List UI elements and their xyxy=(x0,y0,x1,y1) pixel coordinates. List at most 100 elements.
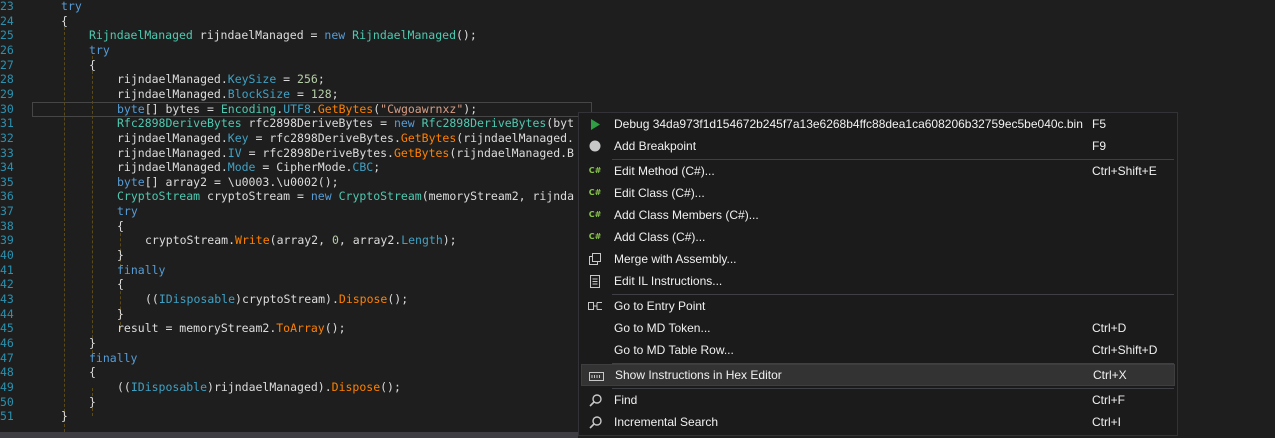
code-line[interactable]: 28 rijndaelManaged.KeySize = 256; xyxy=(0,71,1275,87)
code-token: RijndaelManaged xyxy=(352,28,456,43)
menu-item-go-to-md-token[interactable]: Go to MD Token... Ctrl+D xyxy=(581,317,1175,339)
menu-item-add-class-members-csharp[interactable]: C# Add Class Members (C#)... xyxy=(581,204,1175,226)
code-text: { xyxy=(117,276,124,292)
menu-item-edit-class-csharp[interactable]: C# Edit Class (C#)... xyxy=(581,182,1175,204)
code-token: IDisposable xyxy=(130,379,208,394)
line-number: 33 xyxy=(0,145,14,160)
code-text: rijndaelManaged.IV = rfc2898DeriveBytes.… xyxy=(117,145,574,161)
code-token: = xyxy=(290,86,311,101)
code-token: KeySize xyxy=(227,72,277,87)
code-text: } xyxy=(117,247,124,263)
code-text: CryptoStream cryptoStream = new CryptoSt… xyxy=(117,188,574,204)
menu-item-edit-il-instructions[interactable]: Edit IL Instructions... xyxy=(581,270,1175,292)
code-token: (); xyxy=(387,292,409,306)
code-token: } xyxy=(61,409,68,424)
line-number: 29 xyxy=(0,86,14,101)
code-line[interactable]: 29 rijndaelManaged.BlockSize = 128; xyxy=(0,86,1275,102)
code-text: try xyxy=(117,203,138,219)
csharp-icon: C# xyxy=(588,210,602,219)
code-token: (rijndaelManaged.B xyxy=(449,145,574,160)
menu-item-incremental-search[interactable]: Incremental Search Ctrl+I xyxy=(581,411,1175,433)
menu-item-label: Merge with Assembly... xyxy=(614,252,737,266)
code-token: try xyxy=(89,42,110,57)
line-number: 30 xyxy=(0,101,14,116)
csharp-icon: C# xyxy=(588,166,602,175)
code-token: { xyxy=(117,277,124,292)
code-token: . xyxy=(310,101,318,116)
line-number: 41 xyxy=(0,262,14,277)
code-token: , array2. xyxy=(338,233,402,248)
menu-item-go-to-md-table-row[interactable]: Go to MD Table Row... Ctrl+Shift+D xyxy=(581,339,1175,361)
code-token: (); xyxy=(324,321,346,336)
csharp-icon: C# xyxy=(588,232,602,241)
code-line[interactable]: 26 try xyxy=(0,42,1275,58)
code-token: = rfc2898DeriveBytes. xyxy=(248,130,401,145)
line-number: 27 xyxy=(0,57,14,72)
code-token: ); xyxy=(463,101,478,116)
code-token: } xyxy=(89,335,96,350)
menu-item-go-to-entry-point[interactable]: Go to Entry Point xyxy=(581,295,1175,317)
code-token: CryptoStream xyxy=(117,189,201,204)
code-token: rijndaelManaged. xyxy=(117,160,228,175)
menu-item-find[interactable]: Find Ctrl+F xyxy=(581,389,1175,411)
menu-item-label: Go to MD Table Row... xyxy=(614,343,734,357)
code-token: GetBytes xyxy=(400,130,457,145)
code-text: rijndaelManaged.Mode = CipherMode.CBC; xyxy=(117,159,380,175)
code-token: ; xyxy=(331,86,339,101)
line-number: 38 xyxy=(0,218,14,233)
code-token: )cryptoStream). xyxy=(235,292,339,306)
code-text: finally xyxy=(117,262,165,278)
code-text: byte[] bytes = Encoding.UTF8.GetBytes("C… xyxy=(117,101,477,117)
menu-item-label: Go to Entry Point xyxy=(614,299,706,313)
line-number: 32 xyxy=(0,130,14,145)
menu-item-label: Add Breakpoint xyxy=(614,139,697,153)
code-text: { xyxy=(89,57,96,73)
menu-item-shortcut: Ctrl+Shift+D xyxy=(1092,343,1158,357)
code-text: } xyxy=(89,394,96,410)
code-token: new xyxy=(393,116,415,131)
line-number: 40 xyxy=(0,248,14,263)
code-text: { xyxy=(89,364,96,380)
code-token: (( xyxy=(117,379,131,394)
menu-item-shortcut: Ctrl+I xyxy=(1092,415,1122,429)
code-token: CryptoStream xyxy=(338,189,422,204)
code-token: = rfc2898DeriveBytes. xyxy=(241,145,394,160)
code-line[interactable]: 27 { xyxy=(0,57,1275,73)
code-token: [] bytes = xyxy=(144,101,221,116)
code-token: Length xyxy=(401,233,443,248)
code-token: GetBytes xyxy=(393,145,450,160)
code-token: CBC xyxy=(352,160,374,175)
merge-icon xyxy=(587,248,603,270)
code-text: } xyxy=(117,306,124,322)
csharp-icon: C# xyxy=(588,188,602,197)
line-number: 47 xyxy=(0,350,14,365)
menu-item-label: Show Instructions in Hex Editor xyxy=(615,368,782,382)
line-number: 43 xyxy=(0,292,14,306)
code-token: ; xyxy=(317,72,325,87)
code-token: try xyxy=(117,204,138,219)
code-token: (); xyxy=(456,28,477,43)
code-token: rijndaelManaged. xyxy=(117,86,228,101)
line-number: 45 xyxy=(0,321,14,336)
il-document-icon xyxy=(587,270,603,292)
code-line[interactable]: 24 { xyxy=(0,13,1275,29)
line-number: 51 xyxy=(0,409,14,424)
breakpoint-icon xyxy=(587,135,603,157)
menu-item-label: Edit Class (C#)... xyxy=(614,186,705,200)
search-icon xyxy=(587,389,603,411)
menu-item-edit-method-csharp[interactable]: C# Edit Method (C#)... Ctrl+Shift+E xyxy=(581,160,1175,182)
code-token: new xyxy=(324,28,346,43)
menu-item-label: Debug 34da973f1d154672b245f7a13e6268b4ff… xyxy=(614,117,1083,131)
menu-item-merge-with-assembly[interactable]: Merge with Assembly... xyxy=(581,248,1175,270)
code-text: { xyxy=(117,218,124,234)
menu-item-show-instructions-in-hex-editor[interactable]: Show Instructions in Hex Editor Ctrl+X xyxy=(581,364,1175,386)
code-line[interactable]: 25 RijndaelManaged rijndaelManaged = new … xyxy=(0,27,1275,43)
code-token: { xyxy=(89,365,96,380)
code-token: cryptoStream = xyxy=(200,189,311,204)
code-token: = xyxy=(276,72,298,87)
line-number: 48 xyxy=(0,365,14,380)
horizontal-scrollbar[interactable] xyxy=(0,432,578,438)
menu-item-add-breakpoint[interactable]: Add Breakpoint F9 xyxy=(581,135,1175,157)
menu-item-debug-34da973f1d154672b245f7a13e6268b4ff[interactable]: Debug 34da973f1d154672b245f7a13e6268b4ff… xyxy=(581,113,1175,135)
menu-item-add-class-csharp[interactable]: C# Add Class (C#)... xyxy=(581,226,1175,248)
